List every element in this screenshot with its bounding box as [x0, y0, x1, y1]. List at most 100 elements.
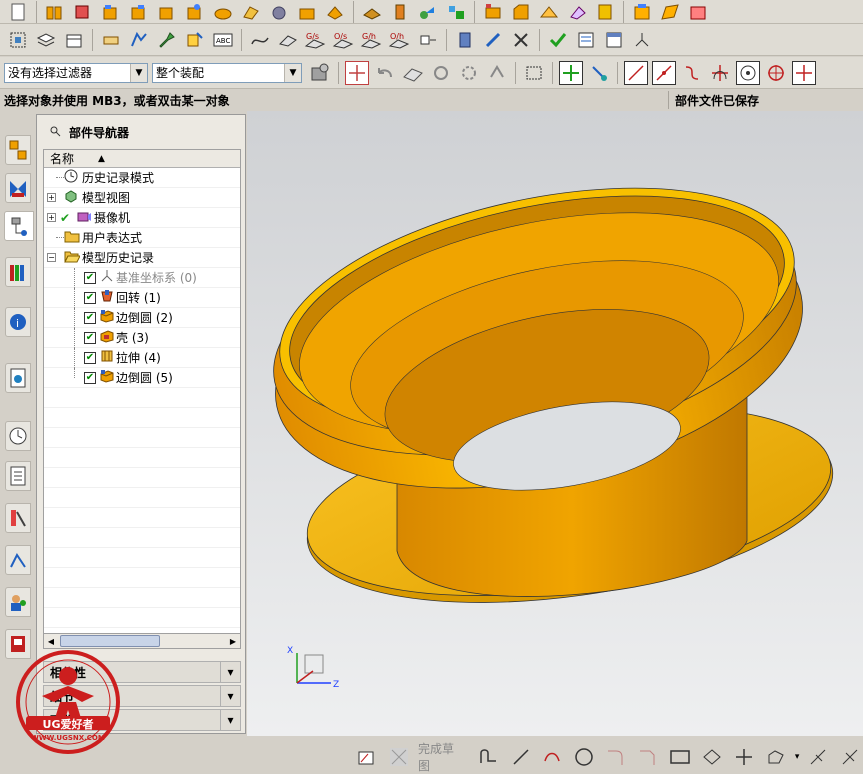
- spring-icon[interactable]: [481, 28, 505, 52]
- revolve-icon[interactable]: [211, 0, 235, 24]
- boss-icon[interactable]: [295, 0, 319, 24]
- feature-checkbox[interactable]: ✔: [84, 351, 96, 364]
- pocket-icon[interactable]: [323, 0, 347, 24]
- undo-icon[interactable]: [373, 61, 397, 85]
- table-icon[interactable]: [602, 28, 626, 52]
- web-browser-icon[interactable]: [5, 363, 31, 393]
- csys-icon[interactable]: [630, 28, 654, 52]
- dimension-icon[interactable]: [416, 28, 440, 52]
- profile-icon[interactable]: [478, 745, 500, 769]
- pan-icon[interactable]: [485, 61, 509, 85]
- pad-icon[interactable]: [360, 0, 384, 24]
- o-h-icon[interactable]: O/h: [388, 28, 412, 52]
- tools-icon[interactable]: [509, 28, 533, 52]
- o-s-icon[interactable]: O/s: [332, 28, 356, 52]
- feature-row-edge-blend-2[interactable]: ✔ 边倒圆 (2): [44, 308, 240, 328]
- circle-icon[interactable]: [573, 745, 595, 769]
- point-icon[interactable]: [733, 745, 755, 769]
- g-s-icon[interactable]: G/s: [304, 28, 328, 52]
- extrude-icon[interactable]: [239, 0, 263, 24]
- move-icon[interactable]: [127, 28, 151, 52]
- rect-select-icon[interactable]: [522, 61, 546, 85]
- part-navigator-icon[interactable]: [4, 211, 34, 241]
- assembly-filter-icon[interactable]: [308, 61, 332, 85]
- reuse-library-icon[interactable]: [5, 257, 31, 287]
- visualization-icon[interactable]: [5, 503, 31, 533]
- block-icon[interactable]: [99, 0, 123, 24]
- expand-icon[interactable]: +: [47, 193, 56, 202]
- eraser-icon[interactable]: [99, 28, 123, 52]
- select-region-icon[interactable]: [6, 28, 30, 52]
- constraint-navigator-icon[interactable]: [5, 173, 31, 203]
- boolean-icon[interactable]: [71, 0, 95, 24]
- replace-icon[interactable]: [183, 28, 207, 52]
- name-column-header[interactable]: 名称 ▲: [44, 150, 240, 168]
- feature-checkbox[interactable]: ✔: [84, 371, 96, 384]
- curve-icon[interactable]: [248, 28, 272, 52]
- layer-icon[interactable]: [34, 28, 58, 52]
- abc-icon[interactable]: ABC: [211, 28, 235, 52]
- surface-icon[interactable]: [276, 28, 300, 52]
- system-materials-icon[interactable]: [5, 461, 31, 491]
- intersection-icon[interactable]: [708, 61, 732, 85]
- line-point-icon[interactable]: [652, 60, 676, 85]
- groove-icon[interactable]: [416, 0, 440, 24]
- line-icon[interactable]: [510, 745, 532, 769]
- spin-icon[interactable]: [457, 61, 481, 85]
- hole-icon[interactable]: [267, 0, 291, 24]
- list-icon[interactable]: [574, 28, 598, 52]
- slot-icon[interactable]: [388, 0, 412, 24]
- finish-sketch-label[interactable]: 完成草图: [418, 740, 462, 774]
- new-file-icon[interactable]: [6, 0, 30, 24]
- eraser-select-icon[interactable]: [401, 61, 425, 85]
- sphere-icon[interactable]: [183, 0, 207, 24]
- thread-icon[interactable]: [444, 0, 468, 24]
- select-all-icon[interactable]: [559, 60, 583, 85]
- cylinder-icon[interactable]: [127, 0, 151, 24]
- stack-icon[interactable]: [62, 28, 86, 52]
- feature-checkbox[interactable]: ✔: [84, 291, 96, 304]
- extend-sketch-icon[interactable]: [839, 745, 861, 769]
- feature-row-edge-blend-5[interactable]: ✔ 边倒圆 (5): [44, 368, 240, 388]
- wrench-icon[interactable]: [155, 28, 179, 52]
- finish-sketch-icon[interactable]: [388, 745, 410, 769]
- check-icon[interactable]: [546, 28, 570, 52]
- filter-select[interactable]: 没有选择过滤器 ▼: [4, 62, 148, 83]
- info-icon[interactable]: i: [5, 307, 31, 337]
- rectangle-icon[interactable]: [669, 745, 691, 769]
- chevron-down-icon[interactable]: ▾: [795, 752, 800, 762]
- draft-icon[interactable]: [565, 0, 589, 24]
- shell-icon[interactable]: [537, 0, 561, 24]
- tree-item-history-mode[interactable]: 历史记录模式: [44, 168, 240, 188]
- spline-icon[interactable]: [765, 745, 787, 769]
- process-studio-icon[interactable]: [5, 545, 31, 575]
- expand-icon[interactable]: +: [47, 213, 56, 222]
- polygon-icon[interactable]: [701, 745, 723, 769]
- pick-icon[interactable]: [587, 61, 611, 85]
- cross-icon[interactable]: [792, 60, 816, 85]
- mirror-icon[interactable]: [593, 0, 617, 24]
- line-icon[interactable]: [624, 60, 648, 85]
- circle-center-icon[interactable]: [736, 60, 760, 85]
- chamfer-icon[interactable]: [509, 0, 533, 24]
- trim-sketch-icon[interactable]: [807, 745, 829, 769]
- blend-icon[interactable]: [481, 0, 505, 24]
- feature-checkbox[interactable]: ✔: [84, 271, 96, 284]
- roles-icon[interactable]: [5, 587, 31, 617]
- feature-row-revolve[interactable]: ✔ 回转 (1): [44, 288, 240, 308]
- arc-icon[interactable]: [542, 745, 564, 769]
- offset-icon[interactable]: [630, 0, 654, 24]
- circle-quadrant-icon[interactable]: [764, 61, 788, 85]
- history-icon[interactable]: [5, 421, 31, 451]
- graphics-viewport[interactable]: X Z: [247, 111, 863, 736]
- snap-point-icon[interactable]: [345, 60, 369, 85]
- tree-item-cameras[interactable]: + ✔ 摄像机: [44, 208, 240, 228]
- scroll-right-icon[interactable]: ▶: [226, 634, 240, 648]
- rotate-icon[interactable]: [429, 61, 453, 85]
- feature-row-shell[interactable]: ✔ 壳 (3): [44, 328, 240, 348]
- assembly-navigator-icon[interactable]: [5, 135, 31, 165]
- collapse-icon[interactable]: −: [47, 253, 56, 262]
- cone-icon[interactable]: [155, 0, 179, 24]
- pattern-icon[interactable]: [43, 0, 67, 24]
- tree-item-model-history[interactable]: − 模型历史记录: [44, 248, 240, 268]
